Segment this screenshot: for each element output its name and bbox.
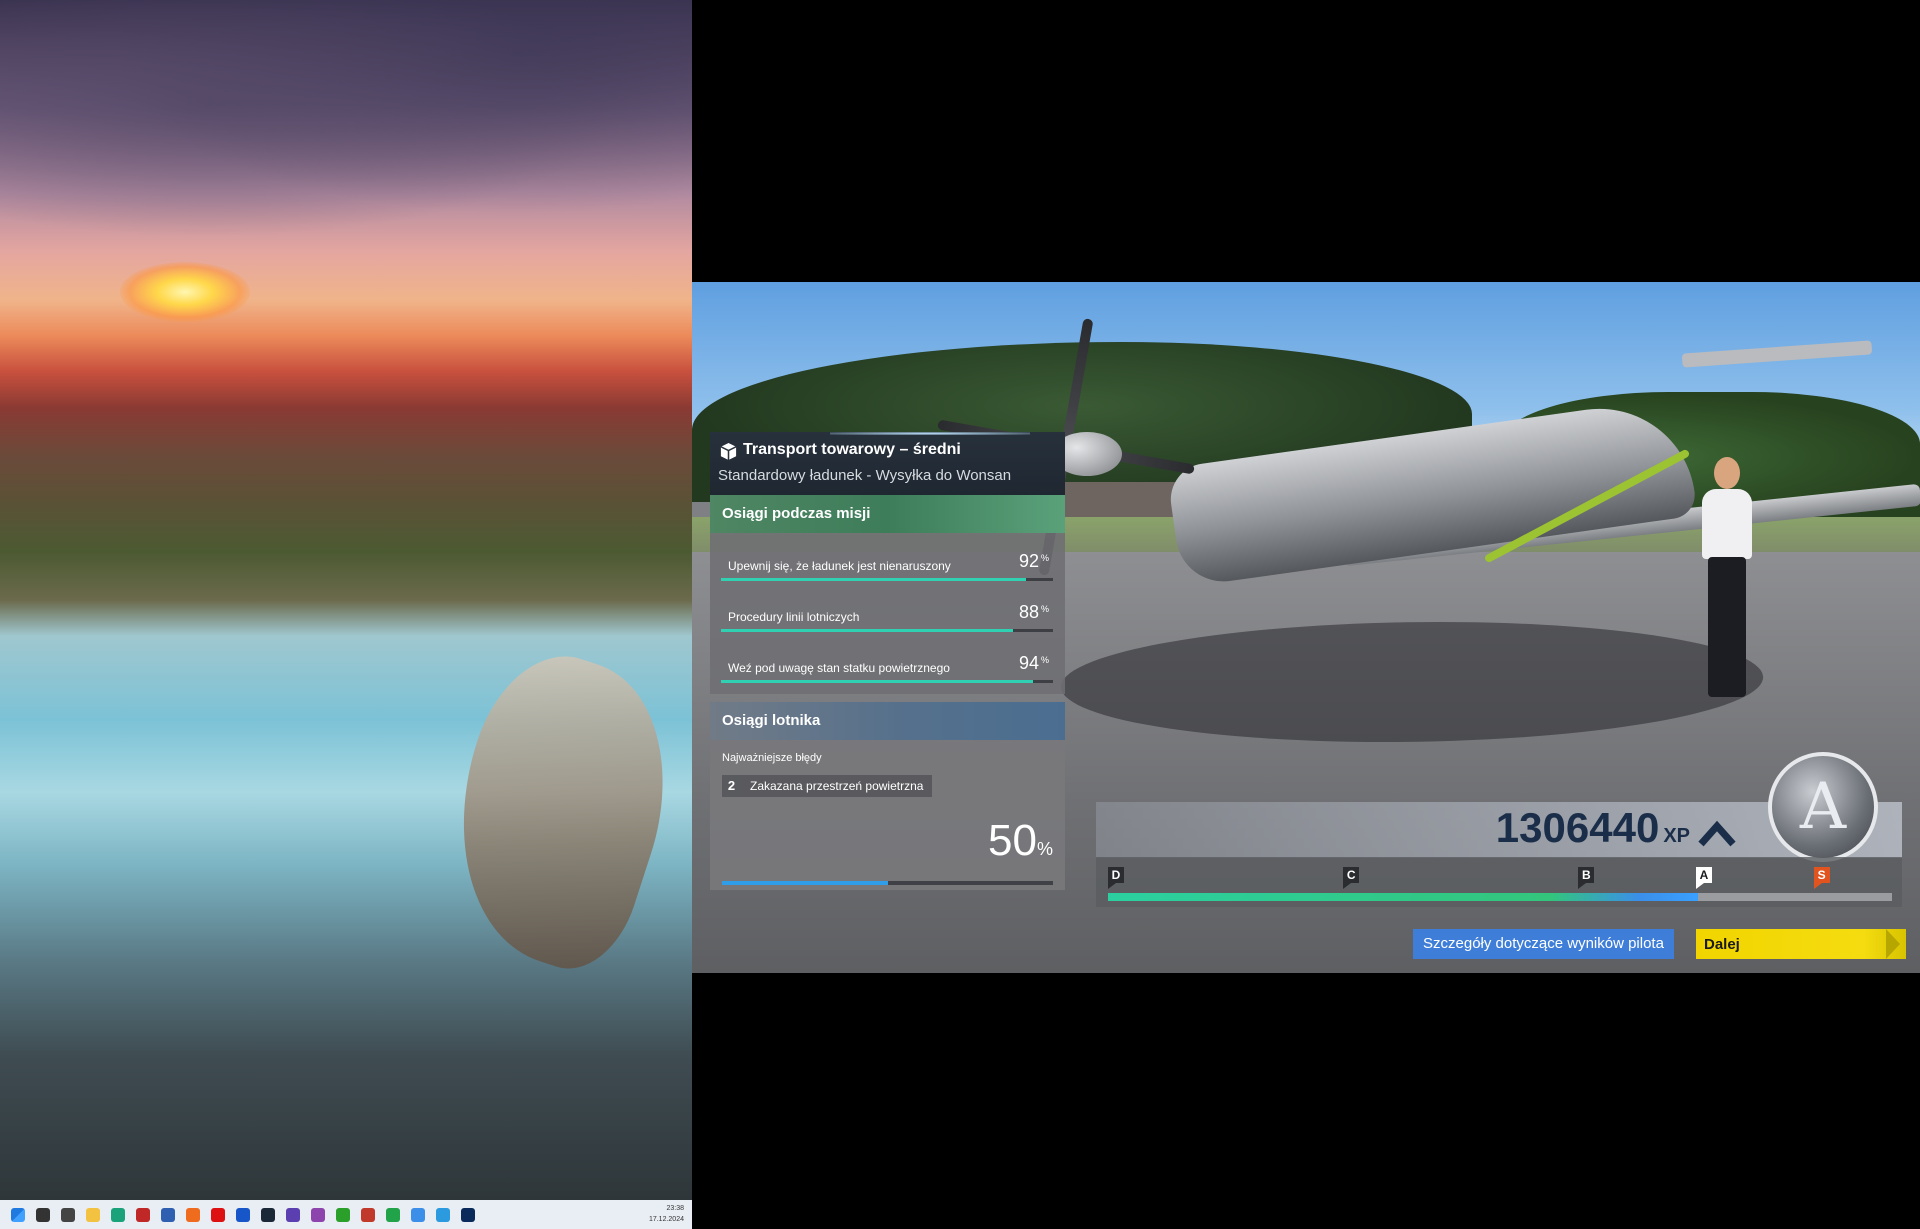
pilot-character (1692, 457, 1762, 697)
app-icon[interactable] (336, 1207, 350, 1222)
start-icon[interactable] (11, 1207, 25, 1222)
next-button[interactable]: Dalej (1696, 929, 1906, 959)
rank-mark-b: B (1578, 867, 1595, 889)
stat-label: Upewnij się, że ładunek jest nienaruszon… (728, 559, 951, 573)
next-button-label: Dalej (1704, 936, 1740, 953)
netflix-icon[interactable] (211, 1207, 225, 1222)
xp-total: 1306440 XP (1495, 804, 1690, 851)
pilot-progress-fill (722, 881, 888, 885)
chevron-up-icon (1698, 820, 1736, 847)
mission-performance-title: Osiągi podczas misji (722, 505, 871, 522)
wallpaper-sun (120, 262, 250, 322)
rank-progress-bar: D C B A S (1096, 857, 1902, 907)
app-icon[interactable] (311, 1207, 325, 1222)
rank-mark-s: S (1813, 867, 1830, 889)
app-icon[interactable] (436, 1207, 450, 1222)
flight-sim-debrief-screen: Transport towarowy – średni Standardowy … (692, 282, 1920, 973)
mission-performance-list: Upewnij się, że ładunek jest nienaruszon… (710, 533, 1065, 694)
taskbar-date: 17.12.2024 (648, 1216, 684, 1223)
taskbar-time: 23:38 (666, 1205, 684, 1212)
stat-progress-track (721, 680, 1053, 683)
taskbar-icons (0, 1207, 475, 1222)
app-icon[interactable] (286, 1207, 300, 1222)
rank-mark-c: C (1343, 867, 1360, 889)
stat-progress-fill (721, 680, 1034, 683)
flight-simulator-icon[interactable] (461, 1207, 475, 1222)
pilot-results-details-button[interactable]: Szczegóły dotyczące wyników pilota (1413, 929, 1674, 959)
taskbar-clock[interactable]: 23:38 17.12.2024 (649, 1203, 684, 1225)
search-icon[interactable] (36, 1207, 50, 1222)
performance-stat: Procedury linii lotniczych 88% (710, 584, 1065, 635)
stat-label: Weź pod uwagę stan statku powietrznego (728, 661, 950, 675)
xp-unit: XP (1663, 825, 1690, 847)
taskbar: 23:38 17.12.2024 (0, 1200, 692, 1229)
performance-stat: Weź pod uwagę stan statku powietrznego 9… (710, 635, 1065, 686)
error-count: 2 (722, 775, 741, 797)
wallpaper-travertine-terrace (418, 636, 692, 984)
wallpaper-clouds (0, 0, 692, 260)
firefox-icon[interactable] (186, 1207, 200, 1222)
pilot-shirt (1702, 489, 1752, 559)
rank-badge: A (1768, 752, 1878, 862)
rank-mark-d: D (1108, 867, 1124, 889)
stat-label: Procedury linii lotniczych (728, 610, 860, 624)
disney-icon[interactable] (236, 1207, 250, 1222)
stat-progress-track (721, 629, 1053, 632)
task-view-icon[interactable] (61, 1207, 75, 1222)
stat-value: 88% (1018, 602, 1049, 622)
rad-icon[interactable] (136, 1207, 150, 1222)
pilot-progress-track (722, 881, 1053, 885)
stat-value: 92% (1018, 551, 1049, 571)
stat-progress-fill (721, 629, 1014, 632)
performance-stat: Upewnij się, że ładunek jest nienaruszon… (710, 533, 1065, 584)
mission-performance-header: Osiągi podczas misji (710, 495, 1065, 533)
mission-subtitle: Standardowy ładunek - Wysyłka do Wonsan (718, 467, 1012, 484)
error-item: 2 Zakazana przestrzeń powietrzna (722, 775, 933, 797)
steam-icon[interactable] (261, 1207, 275, 1222)
mission-panel: Transport towarowy – średni Standardowy … (710, 432, 1065, 890)
stat-value: 94% (1018, 653, 1049, 673)
xbox-icon[interactable] (386, 1207, 400, 1222)
stat-progress-track (721, 578, 1053, 581)
pilot-performance-header: Osiągi lotnika (710, 702, 1065, 740)
rank-badge-letter: A (1799, 770, 1847, 844)
app-icon[interactable] (161, 1207, 175, 1222)
app-icon[interactable] (361, 1207, 375, 1222)
pilot-score: 50% (988, 816, 1053, 865)
arrow-right-icon (1886, 929, 1900, 959)
pilot-performance-body: Najważniejsze błędy 2 Zakazana przestrze… (710, 740, 1065, 890)
rank-progress-fill (1108, 893, 1699, 901)
pilot-legs (1708, 557, 1746, 697)
pilot-performance-title: Osiągi lotnika (722, 712, 821, 729)
photos-icon[interactable] (411, 1207, 425, 1222)
edge-icon[interactable] (111, 1207, 125, 1222)
mission-title: Transport towarowy – średni (743, 441, 961, 458)
pilot-head (1714, 457, 1740, 489)
desktop-wallpaper (0, 0, 692, 1200)
rank-mark-a: A (1696, 867, 1712, 889)
stat-progress-fill (721, 578, 1027, 581)
error-text: Zakazana przestrzeń powietrzna (750, 779, 924, 793)
mission-header: Transport towarowy – średni Standardowy … (710, 432, 1065, 495)
cargo-box-icon (720, 442, 737, 461)
top-errors-label: Najważniejsze błędy (722, 752, 822, 764)
file-explorer-icon[interactable] (86, 1207, 100, 1222)
rank-progress-track (1108, 893, 1892, 901)
